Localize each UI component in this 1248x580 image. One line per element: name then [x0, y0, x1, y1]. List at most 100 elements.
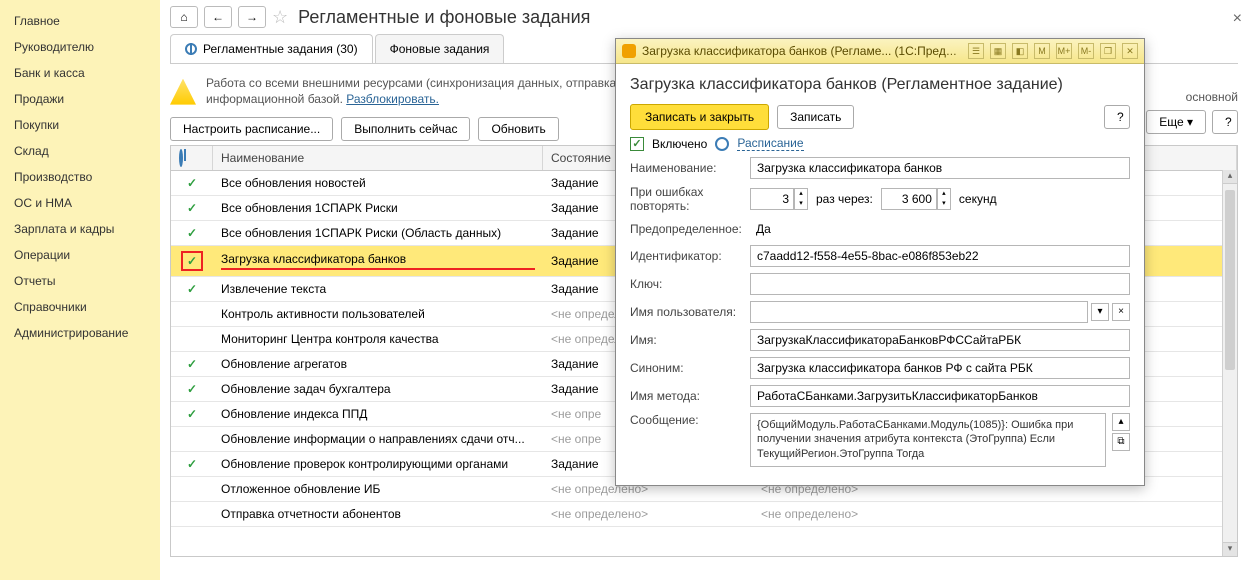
table-row[interactable]: Отправка отчетности абонентов<не определ… — [171, 502, 1237, 527]
predef-label: Предопределенное: — [630, 222, 750, 236]
sidebar-item-3[interactable]: Продажи — [0, 86, 160, 112]
sidebar-item-2[interactable]: Банк и касса — [0, 60, 160, 86]
retry-sec-spinner[interactable]: ▴▾ — [937, 188, 951, 210]
tb-icon-1[interactable]: ☰ — [968, 43, 984, 59]
more-button[interactable]: Еще ▾ — [1146, 110, 1206, 134]
sidebar-item-10[interactable]: Отчеты — [0, 268, 160, 294]
user-clear-icon[interactable]: × — [1112, 303, 1130, 321]
dialog-close-icon[interactable]: ✕ — [1122, 43, 1138, 59]
schedule-link[interactable]: Расписание — [737, 136, 803, 151]
sidebar-item-12[interactable]: Администрирование — [0, 320, 160, 346]
enabled-label: Включено — [652, 137, 707, 151]
close-icon[interactable]: × — [1233, 10, 1242, 28]
row-state: <не определено> — [543, 502, 753, 526]
row-name: Отправка отчетности абонентов — [213, 502, 543, 526]
id-label: Идентификатор: — [630, 249, 750, 263]
unlock-link[interactable]: Разблокировать. — [346, 92, 439, 106]
row-name: Все обновления 1СПАРК Риски (Область дан… — [213, 221, 543, 245]
sidebar-item-4[interactable]: Покупки — [0, 112, 160, 138]
scrollbar[interactable]: ▴ ▾ — [1222, 170, 1237, 556]
sidebar-item-7[interactable]: ОС и НМА — [0, 190, 160, 216]
tab-scheduled[interactable]: Регламентные задания (30) — [170, 34, 373, 63]
warning-icon — [170, 79, 196, 105]
row-check — [171, 334, 213, 344]
row-check: ✓ — [171, 402, 213, 426]
syn-label: Синоним: — [630, 361, 750, 375]
row-check: ✓ — [171, 377, 213, 401]
row-name: Контроль активности пользователей — [213, 302, 543, 326]
refresh-button[interactable]: Обновить — [478, 117, 558, 141]
schedule-button[interactable]: Настроить расписание... — [170, 117, 333, 141]
iname-field[interactable] — [750, 329, 1130, 351]
sidebar-item-8[interactable]: Зарплата и кадры — [0, 216, 160, 242]
row-check: ✓ — [171, 352, 213, 376]
favorite-icon[interactable]: ☆ — [272, 7, 288, 28]
retry-count-spinner[interactable]: ▴▾ — [794, 188, 808, 210]
warning-line1: Работа со всеми внешними ресурсами (синх… — [206, 76, 616, 90]
row-name: Обновление проверок контролирующими орга… — [213, 452, 543, 476]
help-button[interactable]: ? — [1212, 110, 1238, 134]
tb-icon-3[interactable]: ◧ — [1012, 43, 1028, 59]
topbar: ⌂ ← → ☆ Регламентные и фоновые задания — [160, 0, 1248, 34]
row-name: Обновление индекса ППД — [213, 402, 543, 426]
retry-sec-field[interactable] — [881, 188, 937, 210]
id-field[interactable] — [750, 245, 1130, 267]
name-label: Наименование: — [630, 161, 750, 175]
row-check: ✓ — [171, 452, 213, 476]
row-name: Обновление задач бухгалтера — [213, 377, 543, 401]
tb-mminus[interactable]: M- — [1078, 43, 1094, 59]
task-dialog: Загрузка классификатора банков (Регламе.… — [615, 38, 1145, 486]
msg-up-icon[interactable]: ▴ — [1112, 413, 1130, 431]
dialog-body: Загрузка классификатора банков (Регламен… — [616, 64, 1144, 485]
forward-button[interactable]: → — [238, 6, 266, 28]
right-toolbar: основной Еще ▾ ? — [1146, 90, 1238, 134]
tb-icon-2[interactable]: ▦ — [990, 43, 1006, 59]
enabled-checkbox[interactable]: ✓ — [630, 137, 644, 151]
sidebar-item-0[interactable]: Главное — [0, 8, 160, 34]
back-button[interactable]: ← — [204, 6, 232, 28]
tab-scheduled-label: Регламентные задания (30) — [203, 42, 358, 56]
tb-m[interactable]: M — [1034, 43, 1050, 59]
scroll-down-icon[interactable]: ▾ — [1223, 542, 1237, 556]
syn-field[interactable] — [750, 357, 1130, 379]
row-check — [171, 484, 213, 494]
warning-line2: информационной базой. — [206, 92, 346, 106]
globe-icon — [185, 43, 197, 55]
name-field[interactable] — [750, 157, 1130, 179]
row-check: ✓ — [171, 221, 213, 245]
save-button[interactable]: Записать — [777, 105, 854, 129]
method-field[interactable] — [750, 385, 1130, 407]
sidebar-item-5[interactable]: Склад — [0, 138, 160, 164]
row-name: Мониторинг Центра контроля качества — [213, 327, 543, 351]
row-check: ✓ — [171, 196, 213, 220]
save-close-button[interactable]: Записать и закрыть — [630, 104, 769, 130]
sidebar-item-6[interactable]: Производство — [0, 164, 160, 190]
row-check: ✓ — [171, 171, 213, 195]
row-check — [171, 309, 213, 319]
msg-expand-icon[interactable]: ⧉ — [1112, 433, 1130, 451]
run-now-button[interactable]: Выполнить сейчас — [341, 117, 470, 141]
msg-field[interactable]: {ОбщийМодуль.РаботаСБанками.Модуль(1085)… — [750, 413, 1106, 467]
scroll-up-icon[interactable]: ▴ — [1223, 170, 1237, 184]
dialog-titlebar[interactable]: Загрузка классификатора банков (Регламе.… — [616, 39, 1144, 64]
sidebar-item-11[interactable]: Справочники — [0, 294, 160, 320]
row-name: Обновление информации о направлениях сда… — [213, 427, 543, 451]
user-field[interactable] — [750, 301, 1088, 323]
scroll-thumb[interactable] — [1225, 190, 1235, 370]
retry-count-field[interactable] — [750, 188, 794, 210]
sidebar-item-1[interactable]: Руководителю — [0, 34, 160, 60]
iname-label: Имя: — [630, 333, 750, 347]
key-field[interactable] — [750, 273, 1130, 295]
col-globe[interactable] — [171, 146, 213, 170]
col-name[interactable]: Наименование — [213, 146, 543, 170]
user-dropdown-icon[interactable]: ▾ — [1091, 303, 1109, 321]
row-name: Извлечение текста — [213, 277, 543, 301]
dialog-heading: Загрузка классификатора банков (Регламен… — [630, 76, 1130, 94]
dialog-help-button[interactable]: ? — [1104, 105, 1130, 129]
home-button[interactable]: ⌂ — [170, 6, 198, 28]
tb-window-icon[interactable]: ❐ — [1100, 43, 1116, 59]
tab-background[interactable]: Фоновые задания — [375, 34, 505, 63]
dialog-title: Загрузка классификатора банков (Регламе.… — [642, 44, 962, 58]
tb-mplus[interactable]: M+ — [1056, 43, 1072, 59]
sidebar-item-9[interactable]: Операции — [0, 242, 160, 268]
